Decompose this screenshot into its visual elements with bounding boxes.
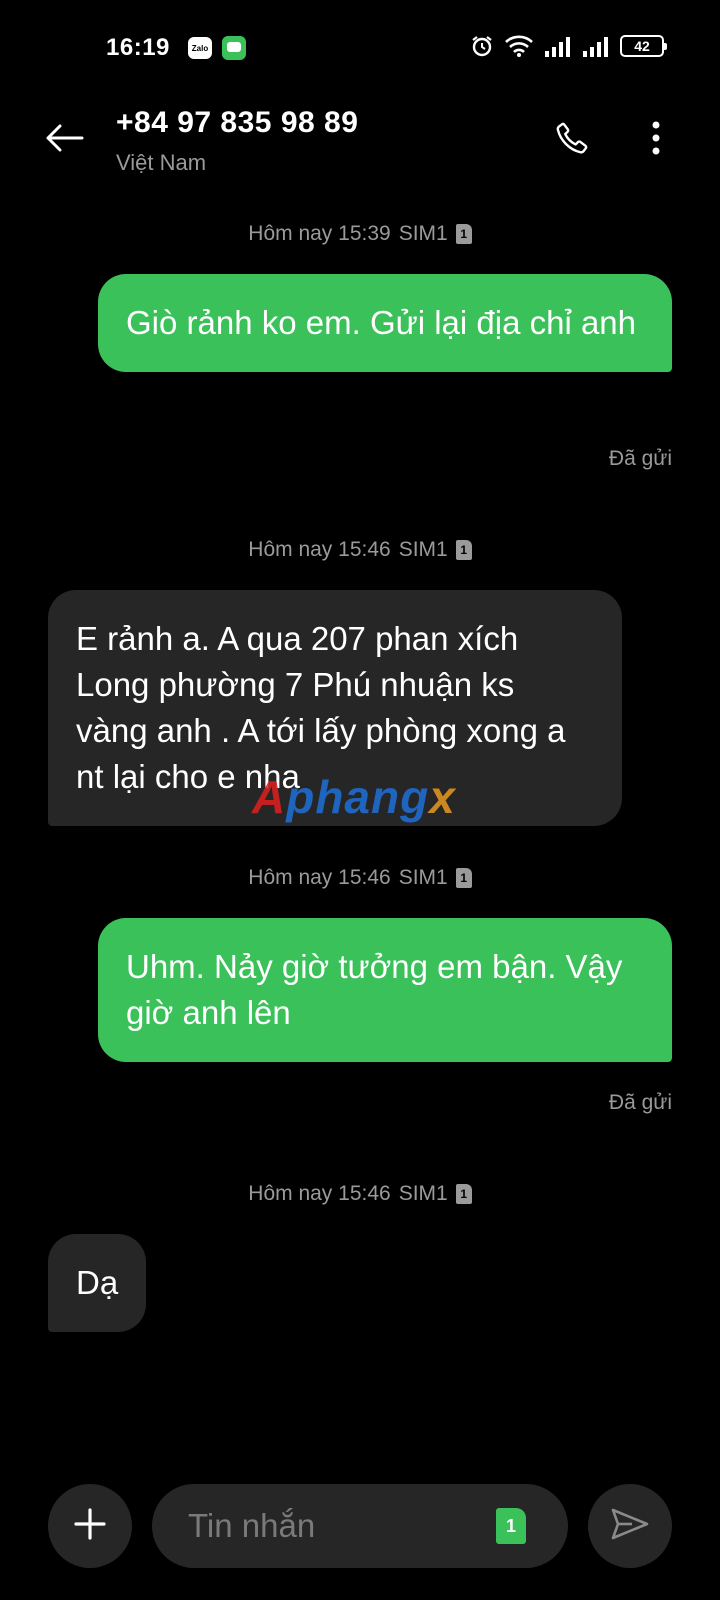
message-composer: 1 bbox=[0, 1484, 720, 1572]
received-message-bubble[interactable]: Dạ bbox=[48, 1234, 147, 1332]
send-icon bbox=[610, 1507, 650, 1546]
timestamp-text: Hôm nay 15:46 bbox=[248, 1182, 391, 1205]
watermark-logo: Aphangx bbox=[252, 770, 456, 824]
sim-label: SIM1 bbox=[398, 1182, 448, 1205]
alarm-icon bbox=[470, 34, 494, 58]
sim-card-icon: 1 bbox=[455, 1184, 472, 1204]
contact-number: +84 97 835 98 89 bbox=[116, 106, 359, 139]
timestamp-text: Hôm nay 15:46 bbox=[248, 538, 391, 561]
send-button[interactable] bbox=[588, 1484, 672, 1568]
add-attachment-button[interactable] bbox=[48, 1484, 132, 1568]
timestamp-text: Hôm nay 15:46 bbox=[248, 866, 391, 889]
sim-card-icon: 1 bbox=[455, 868, 472, 888]
signal-icon bbox=[544, 35, 572, 57]
wifi-icon bbox=[504, 34, 534, 58]
status-time: 16:19 bbox=[106, 34, 170, 61]
phone-icon bbox=[554, 120, 590, 161]
watermark-part: phang bbox=[286, 771, 430, 823]
sim-label: SIM1 bbox=[398, 538, 448, 561]
message-status: Đã gửi bbox=[608, 447, 672, 470]
message-timestamp: Hôm nay 15:46 SIM1 1 bbox=[0, 538, 720, 562]
message-timestamp: Hôm nay 15:39 SIM1 1 bbox=[0, 222, 720, 246]
watermark-part: A bbox=[252, 771, 287, 823]
more-options-button[interactable] bbox=[632, 116, 680, 164]
timestamp-text: Hôm nay 15:39 bbox=[248, 222, 391, 245]
sim-select-badge[interactable]: 1 bbox=[496, 1508, 526, 1544]
more-vert-icon bbox=[651, 121, 661, 160]
message-status: Đã gửi bbox=[608, 1091, 672, 1114]
battery-icon: 42 bbox=[620, 35, 667, 57]
contact-country: Việt Nam bbox=[116, 150, 207, 175]
back-arrow-icon bbox=[44, 123, 84, 158]
sim-card-icon: 1 bbox=[455, 540, 472, 560]
plus-icon bbox=[73, 1507, 107, 1546]
status-indicators: 42 bbox=[470, 34, 667, 58]
message-timestamp: Hôm nay 15:46 SIM1 1 bbox=[0, 866, 720, 890]
sim-card-icon: 1 bbox=[455, 224, 472, 244]
sent-message-bubble[interactable]: Uhm. Nảy giờ tưởng em bận. Vậy giờ anh l… bbox=[98, 918, 672, 1062]
status-bar: 16:19 Zalo 42 bbox=[0, 0, 720, 96]
messages-icon bbox=[222, 36, 246, 60]
watermark-part: x bbox=[429, 771, 456, 823]
sent-message-bubble[interactable]: Giò rảnh ko em. Gửi lại địa chỉ anh bbox=[98, 274, 672, 372]
sim-label: SIM1 bbox=[398, 866, 448, 889]
zalo-icon: Zalo bbox=[188, 37, 212, 59]
back-button[interactable] bbox=[40, 116, 88, 164]
signal-icon bbox=[582, 35, 610, 57]
message-timestamp: Hôm nay 15:46 SIM1 1 bbox=[0, 1182, 720, 1206]
conversation-header: +84 97 835 98 89 Việt Nam bbox=[0, 96, 720, 196]
call-button[interactable] bbox=[548, 116, 596, 164]
sim-label: SIM1 bbox=[398, 222, 448, 245]
